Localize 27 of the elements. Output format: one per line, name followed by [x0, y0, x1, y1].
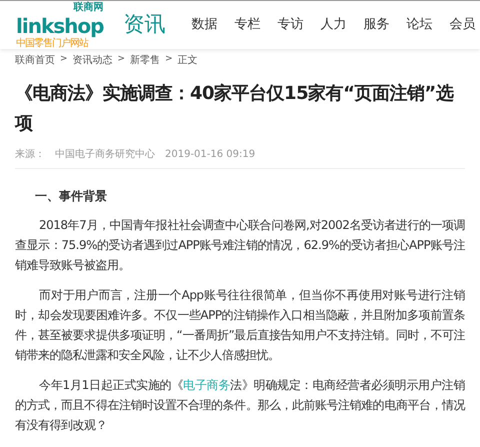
nav-link[interactable]: 论坛 [406, 15, 432, 35]
article-paragraph: 2018年7月，中国青年报社社会调查中心联合问卷网,对2002名受访者进行的一项调查显示：75.9%的受访者遇到过APP账号难注销的情况，62.9%的受访者担心APP账号注销难导致账号被盗用。 [15, 217, 465, 274]
publish-date: 2019-01-16 09:19 [165, 148, 256, 162]
nav-link[interactable]: 数据 [191, 15, 218, 35]
logo-wordmark: linkshop [16, 14, 104, 38]
article-title: 《电商法》实施调查：40家平台仅15家有“页面注销”选项 [15, 82, 455, 136]
nav-link[interactable]: 专栏 [234, 15, 260, 35]
breadcrumb-link[interactable]: 联商首页 [15, 52, 55, 68]
article-paragraph: 今年1月1日起正式实施的《电子商务法》明确规定：电商经营者必须明示用户注销的方式，而且不得在注销时设置不合理的条件。那么，此前账号注销难的电商平台，情况有没有得到改观？ [15, 377, 465, 434]
breadcrumb-link[interactable]: 正文 [178, 52, 198, 68]
source-label: 来源： [15, 148, 45, 162]
source-name: 中国电子商务研究中心 [55, 148, 155, 162]
logo-label: 联商网 [73, 2, 104, 14]
breadcrumb-separator: > [60, 53, 68, 66]
breadcrumb-link[interactable]: 新零售 [130, 52, 160, 68]
nav-link[interactable]: 专访 [277, 15, 304, 35]
breadcrumb-separator: > [165, 53, 173, 66]
article-paragraph: 而对于用户而言，注册一个App账号往往很简单，但当你不再使用对账号进行注销时，却会发现要困难许多。不仅一些APP的注销操作入口相当隐蔽，并且附加多项前置条件，甚至被要求提供多项证明，“一番周折”最后直接告知用户不支持注销。同时，不可注销带来的隐私泄露和安全风险，让不少人倍感担忧。 [15, 287, 465, 364]
section-heading: 一、事件背景 [34, 188, 108, 205]
nav-link[interactable]: 会员 [449, 15, 476, 35]
logo[interactable]: 联商网 linkshop 中国零售门户网站 [16, 2, 104, 48]
logo-tagline: 中国零售门户网站 [16, 38, 90, 48]
nav-link[interactable]: 服务 [363, 15, 390, 35]
breadcrumb-separator: > [118, 53, 126, 66]
breadcrumb-link[interactable]: 资讯动态 [72, 52, 113, 68]
section-title: 资讯 [123, 11, 166, 38]
nav-link[interactable]: 人力 [320, 15, 346, 35]
